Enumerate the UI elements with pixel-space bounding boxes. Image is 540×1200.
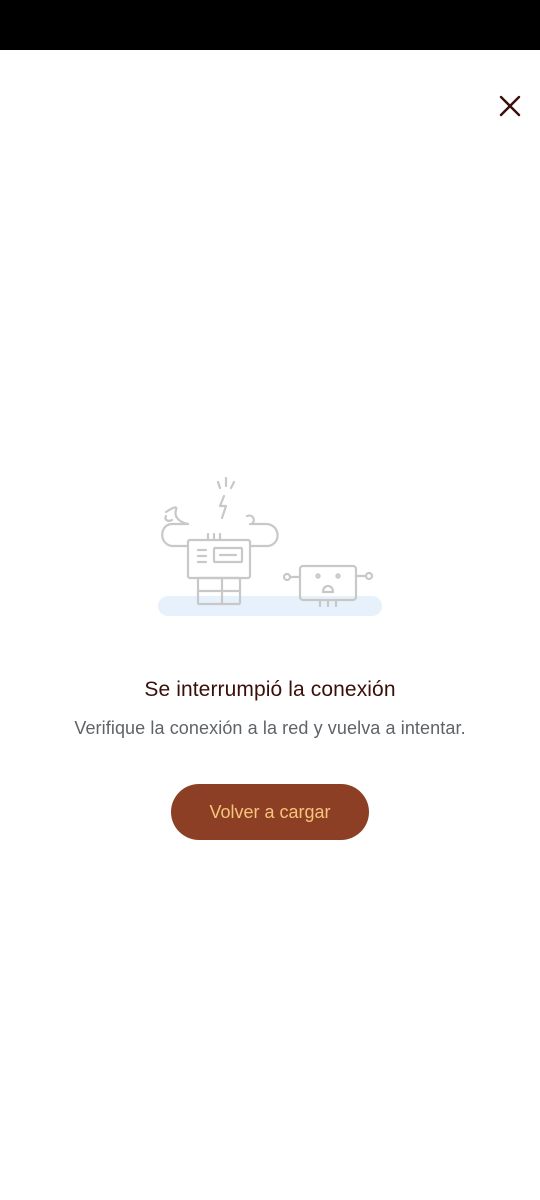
- close-icon: [499, 95, 521, 117]
- error-title: Se interrumpió la conexión: [144, 678, 396, 701]
- broken-connection-robots-illustration: [158, 476, 382, 616]
- status-bar: [0, 0, 540, 50]
- close-button[interactable]: [490, 86, 530, 126]
- error-message: Verifique la conexión a la red y vuelva …: [74, 718, 466, 738]
- reload-button[interactable]: Volver a cargar: [171, 784, 369, 840]
